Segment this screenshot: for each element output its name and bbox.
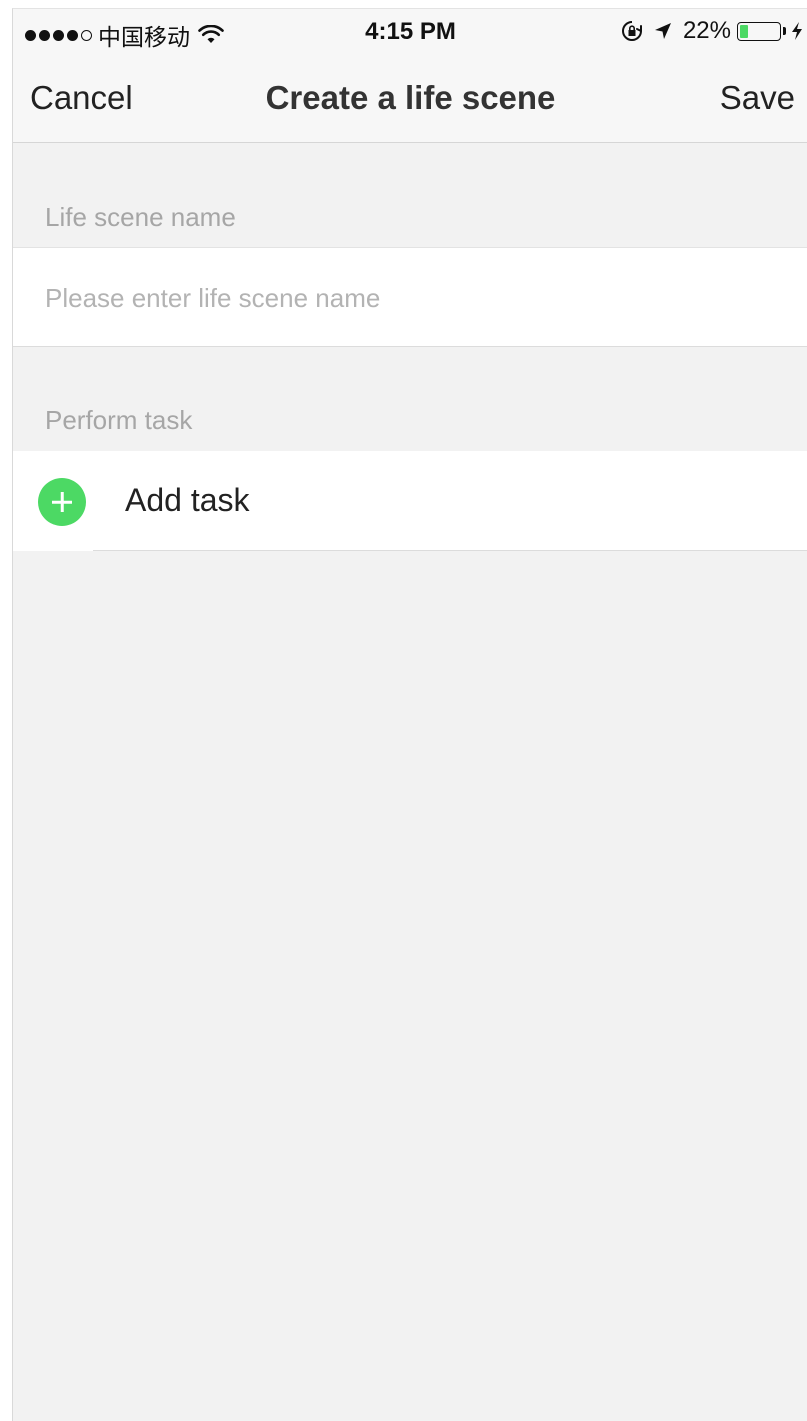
cell-separator [93,550,807,551]
battery-percentage: 22% [682,17,731,44]
orientation-lock-icon [621,21,642,41]
plus-circle-icon[interactable] [38,478,86,526]
navigation-bar: Cancel Create a life scene Save [13,55,807,143]
battery-icon [737,21,781,41]
location-arrow-icon [654,23,671,39]
perform-task-header: Perform task [45,405,193,435]
page-title: Create a life scene [265,79,556,116]
life-scene-name-cell [13,247,807,348]
life-scene-name-input[interactable] [45,248,785,348]
save-button[interactable]: Save [720,79,795,117]
add-task-label: Add task [125,482,250,518]
add-task-button[interactable]: Add task [13,451,807,551]
life-scene-name-header: Life scene name [45,202,236,232]
battery-tip [783,27,786,35]
charging-bolt-icon [792,22,802,40]
phone-screen: 中国移动 4:15 PM 22% Cancel Create a life sc… [12,8,807,1421]
status-bar: 中国移动 4:15 PM 22% [13,9,807,55]
battery-level-fill [740,24,748,38]
status-right: 22% [621,17,804,45]
